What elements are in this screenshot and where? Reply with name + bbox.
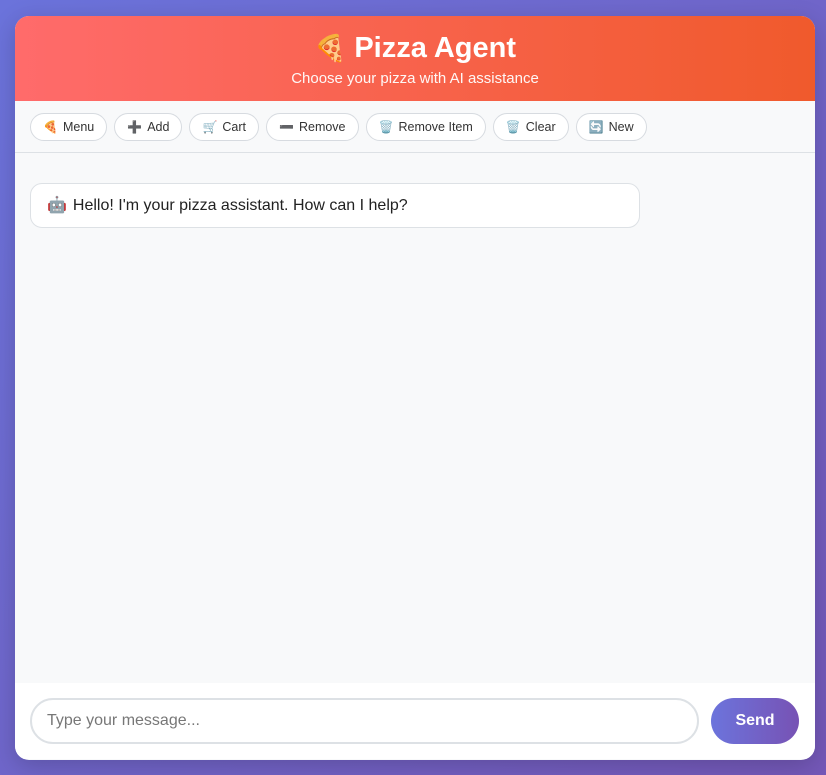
cart-icon: 🛒 bbox=[202, 119, 218, 134]
title-row: 🍕 Pizza Agent bbox=[15, 30, 815, 66]
add-button[interactable]: ➕ Add bbox=[114, 112, 183, 141]
clear-button[interactable]: 🗑️ Clear bbox=[492, 112, 569, 141]
assistant-message: 🤖 Hello! I'm your pizza assistant. How c… bbox=[30, 183, 640, 228]
robot-icon: 🤖 bbox=[47, 196, 67, 214]
assistant-message-text: Hello! I'm your pizza assistant. How can… bbox=[72, 196, 408, 214]
app-title: Pizza Agent bbox=[354, 31, 517, 64]
new-button[interactable]: 🔄 New bbox=[575, 112, 647, 141]
trash-icon: 🗑️ bbox=[505, 119, 521, 134]
clear-button-label: Clear bbox=[525, 119, 556, 134]
remove-button-label: Remove bbox=[298, 119, 346, 134]
quick-actions-toolbar: 🍕 Menu ➕ Add 🛒 Cart ➖ Remove 🗑️ Remove I… bbox=[15, 101, 815, 153]
refresh-icon: 🔄 bbox=[588, 119, 604, 134]
plus-icon: ➕ bbox=[127, 119, 143, 134]
message-composer: Send bbox=[15, 683, 815, 759]
remove-item-button-label: Remove Item bbox=[398, 119, 473, 134]
app-subtitle: Choose your pizza with AI assistance bbox=[291, 70, 539, 87]
cart-button[interactable]: 🛒 Cart bbox=[189, 112, 260, 141]
minus-icon: ➖ bbox=[279, 119, 294, 134]
pizza-icon: 🍕 bbox=[313, 33, 347, 63]
trash-icon: 🗑️ bbox=[378, 119, 394, 134]
menu-button[interactable]: 🍕 Menu bbox=[30, 112, 108, 141]
new-button-label: New bbox=[608, 119, 634, 134]
cart-button-label: Cart bbox=[222, 119, 247, 134]
add-button-label: Add bbox=[147, 119, 170, 134]
message-input[interactable] bbox=[30, 698, 699, 744]
menu-button-label: Menu bbox=[62, 119, 95, 134]
chat-history[interactable]: 🤖 Hello! I'm your pizza assistant. How c… bbox=[15, 153, 815, 683]
app-header: 🍕 Pizza Agent Choose your pizza with AI … bbox=[15, 16, 815, 101]
remove-item-button[interactable]: 🗑️ Remove Item bbox=[365, 112, 486, 141]
send-button[interactable]: Send bbox=[711, 698, 799, 744]
pizza-agent-window: 🍕 Pizza Agent Choose your pizza with AI … bbox=[15, 16, 815, 760]
pizza-icon: 🍕 bbox=[43, 119, 58, 134]
remove-button[interactable]: ➖ Remove bbox=[266, 112, 359, 141]
